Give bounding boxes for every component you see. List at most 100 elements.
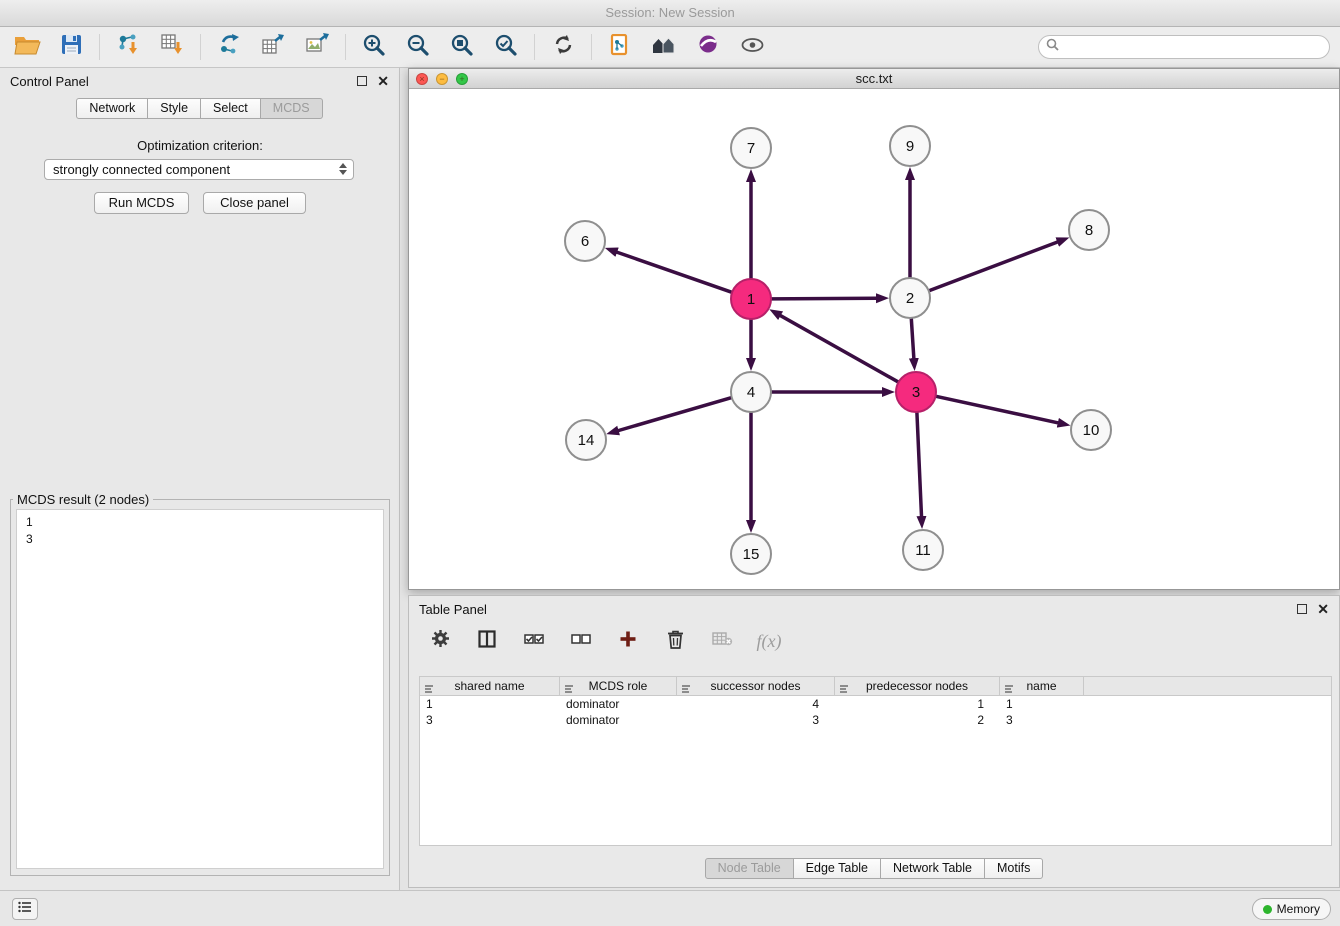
network-view-window: × − + scc.txt 7968124314101511 — [408, 68, 1340, 590]
task-history-button[interactable] — [12, 898, 38, 920]
graph-edge-3-11[interactable] — [917, 413, 922, 516]
column-header-mcds-role[interactable]: MCDS role — [560, 677, 677, 695]
refresh-icon — [553, 34, 574, 60]
network-window-title: scc.txt — [856, 71, 893, 86]
table-panel-tabs: Node Table Edge Table Network Table Moti… — [409, 858, 1339, 879]
graph-node-label: 14 — [578, 432, 595, 449]
column-chooser-button[interactable] — [474, 628, 500, 654]
home-browser-button[interactable] — [647, 31, 681, 63]
tab-network-table[interactable]: Network Table — [880, 858, 985, 879]
tab-motifs[interactable]: Motifs — [984, 858, 1043, 879]
table-cell: dominator — [560, 712, 677, 728]
import-table-button[interactable] — [155, 31, 189, 63]
toolbar-separator — [345, 34, 346, 60]
close-panel-button[interactable]: Close panel — [203, 192, 306, 214]
criterion-value: strongly connected component — [53, 162, 230, 177]
list-icon — [18, 900, 32, 918]
zoom-window-icon[interactable]: + — [456, 73, 468, 85]
export-image-button[interactable] — [300, 31, 334, 63]
float-window-icon[interactable] — [1297, 604, 1307, 614]
tab-edge-table[interactable]: Edge Table — [793, 858, 881, 879]
tab-node-table[interactable]: Node Table — [705, 858, 794, 879]
memory-button[interactable]: Memory — [1252, 898, 1331, 920]
home-icon — [652, 34, 676, 60]
close-panel-icon[interactable]: ✕ — [377, 73, 389, 89]
table-row[interactable]: 3dominator323 — [420, 712, 1331, 728]
criterion-dropdown[interactable]: strongly connected component — [44, 159, 354, 180]
close-panel-icon[interactable]: ✕ — [1317, 601, 1329, 617]
export-network-icon — [218, 33, 241, 61]
show-details-button[interactable] — [735, 31, 769, 63]
mcds-result-title: MCDS result (2 nodes) — [13, 492, 153, 507]
main-toolbar — [0, 27, 1340, 68]
table-cell: dominator — [560, 696, 677, 712]
zoom-out-button[interactable] — [401, 31, 435, 63]
apply-style-button[interactable] — [691, 31, 725, 63]
column-header-label: predecessor nodes — [866, 679, 968, 693]
table-row[interactable]: 1dominator411 — [420, 696, 1331, 712]
trash-icon — [666, 629, 685, 654]
float-window-icon[interactable] — [357, 76, 367, 86]
open-session-button[interactable] — [10, 31, 44, 63]
optimization-criterion-label: Optimization criterion: — [0, 138, 400, 153]
zoom-selected-button[interactable] — [489, 31, 523, 63]
save-session-button[interactable] — [54, 31, 88, 63]
node-table[interactable]: shared name MCDS role successor nodes pr… — [419, 676, 1332, 846]
export-table-icon — [262, 33, 285, 61]
column-header-successor-nodes[interactable]: successor nodes — [677, 677, 835, 695]
table-panel: Table Panel ✕ — [408, 595, 1340, 888]
select-all-button[interactable] — [521, 628, 547, 654]
tab-network[interactable]: Network — [76, 98, 148, 119]
tab-style[interactable]: Style — [147, 98, 201, 119]
mcds-result-group: MCDS result (2 nodes) 1 3 — [10, 492, 390, 876]
table-cell: 4 — [677, 696, 835, 712]
graph-node-label: 11 — [915, 542, 931, 559]
graph-edge-2-3[interactable] — [911, 319, 913, 358]
minimize-window-icon[interactable]: − — [436, 73, 448, 85]
tab-mcds[interactable]: MCDS — [260, 98, 323, 119]
column-header-name[interactable]: name — [1000, 677, 1084, 695]
graph-edge-2-8[interactable] — [930, 242, 1058, 290]
tab-select[interactable]: Select — [200, 98, 261, 119]
apply-layout-button[interactable] — [546, 31, 580, 63]
unselect-all-button[interactable] — [568, 628, 594, 654]
add-row-button[interactable] — [615, 628, 641, 654]
graph-edge-3-1[interactable] — [781, 316, 898, 382]
graph-edge-4-14[interactable] — [619, 398, 731, 431]
column-header-shared-name[interactable]: shared name — [420, 677, 560, 695]
search-input[interactable] — [1064, 40, 1322, 54]
zoom-fit-button[interactable] — [445, 31, 479, 63]
eye-icon — [741, 37, 764, 58]
graph-node-label: 9 — [906, 138, 914, 155]
export-table-button[interactable] — [256, 31, 290, 63]
delete-row-button[interactable] — [662, 628, 688, 654]
network-canvas[interactable]: 7968124314101511 — [409, 89, 1339, 589]
control-panel-tabs: Network Style Select MCDS — [0, 98, 399, 119]
graph-node-label: 15 — [743, 546, 760, 563]
column-header-predecessor-nodes[interactable]: predecessor nodes — [835, 677, 1000, 695]
network-file-button[interactable] — [603, 31, 637, 63]
network-window-titlebar[interactable]: × − + scc.txt — [409, 69, 1339, 89]
search-field[interactable] — [1038, 35, 1330, 59]
memory-status-icon — [1263, 905, 1272, 914]
mcds-result-box[interactable]: 1 3 — [16, 509, 384, 869]
function-builder-button[interactable]: f(x) — [756, 628, 782, 654]
close-window-icon[interactable]: × — [416, 73, 428, 85]
export-network-button[interactable] — [212, 31, 246, 63]
column-settings-button[interactable] — [427, 628, 453, 654]
delete-column-button[interactable] — [709, 628, 735, 654]
style-brush-icon — [698, 34, 719, 60]
graph-edge-1-6[interactable] — [617, 252, 731, 292]
memory-label: Memory — [1277, 902, 1320, 916]
table-cell: 3 — [420, 712, 560, 728]
graph-edge-1-2[interactable] — [772, 298, 876, 299]
import-table-icon — [161, 33, 184, 61]
zoom-in-button[interactable] — [357, 31, 391, 63]
toolbar-separator — [99, 34, 100, 60]
graph-node-label: 2 — [906, 290, 914, 307]
graph-node-label: 7 — [747, 140, 755, 157]
run-mcds-button[interactable]: Run MCDS — [94, 192, 189, 214]
graph-edge-3-10[interactable] — [937, 396, 1058, 422]
import-network-button[interactable] — [111, 31, 145, 63]
gear-icon — [431, 629, 450, 653]
